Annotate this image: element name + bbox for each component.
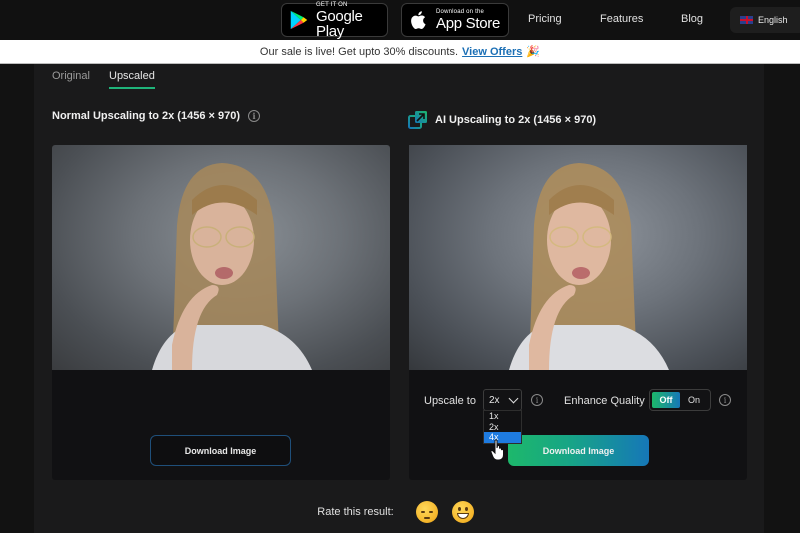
tab-original[interactable]: Original <box>52 70 90 87</box>
enhance-quality-label: Enhance Quality <box>564 395 645 407</box>
view-offers-link[interactable]: View Offers <box>462 46 522 58</box>
upscale-select[interactable]: 2x <box>483 389 522 411</box>
language-label: English <box>758 15 788 25</box>
upscale-to-label: Upscale to <box>424 395 476 407</box>
rating-row: Rate this result: <box>34 501 764 523</box>
chevron-down-icon <box>508 393 519 403</box>
happy-mouth <box>456 513 469 519</box>
toggle-off-option[interactable]: Off <box>652 392 680 408</box>
sad-eye-right <box>428 511 433 513</box>
uk-flag-icon <box>740 16 753 24</box>
app-store-button[interactable]: Download on the App Store <box>401 3 509 37</box>
normal-upscaling-title: Normal Upscaling to 2x (1456 × 970) <box>52 110 240 122</box>
upscale-option-1x[interactable]: 1x <box>484 411 521 422</box>
normal-upscale-card: Download Image <box>52 145 390 480</box>
happy-eye-right <box>464 507 468 511</box>
enhance-info-icon[interactable]: i <box>719 394 731 406</box>
main-panel: Original Upscaled Normal Upscaling to 2x… <box>34 64 764 533</box>
promo-banner: Our sale is live! Get upto 30% discounts… <box>0 40 800 64</box>
portrait-illustration <box>509 163 669 370</box>
normal-upscaling-heading: Normal Upscaling to 2x (1456 × 970) i <box>52 110 260 122</box>
enhance-quality-toggle[interactable]: Off On <box>649 389 711 411</box>
sad-face-emoji-button[interactable] <box>415 501 438 523</box>
google-play-small-text: GET IT ON <box>316 1 348 8</box>
happy-eye-left <box>457 507 461 511</box>
ai-upscale-card: Upscale to 2x 1x 2x 4x i Enhance Quality… <box>409 145 747 480</box>
info-icon[interactable]: i <box>248 110 260 122</box>
ai-upscaling-title: AI Upscaling to 2x (1456 × 970) <box>435 114 597 126</box>
google-play-icon <box>290 10 308 30</box>
happy-face-emoji-button[interactable] <box>451 501 474 523</box>
ai-upscale-icon <box>408 111 427 129</box>
ai-upscaled-photo <box>409 145 747 370</box>
apple-icon <box>411 11 426 29</box>
tab-upscaled[interactable]: Upscaled <box>109 70 155 89</box>
top-navigation: GET IT ON Google Play Download on the Ap… <box>0 0 800 40</box>
upscale-option-2x[interactable]: 2x <box>484 422 521 433</box>
ai-upscaling-heading: AI Upscaling to 2x (1456 × 970) <box>408 110 596 130</box>
portrait-illustration <box>152 163 312 370</box>
toggle-on-option[interactable]: On <box>680 392 708 408</box>
google-play-big-text: Google Play <box>316 7 363 40</box>
nav-link-features[interactable]: Features <box>600 13 643 25</box>
sad-mouth <box>423 517 430 519</box>
google-play-button[interactable]: GET IT ON Google Play <box>281 1 388 40</box>
upscale-info-icon[interactable]: i <box>531 394 543 406</box>
promo-text: Our sale is live! Get upto 30% discounts… <box>259 45 459 58</box>
sad-eye-left <box>420 511 425 513</box>
download-image-button[interactable]: Download Image <box>150 435 291 466</box>
nav-link-pricing[interactable]: Pricing <box>528 13 562 25</box>
nav-link-blog[interactable]: Blog <box>681 13 703 25</box>
normal-upscaled-photo <box>52 145 390 370</box>
app-store-big-text: App Store <box>436 15 501 32</box>
language-selector[interactable]: English <box>730 7 800 33</box>
upscale-select-value: 2x <box>489 394 500 406</box>
ai-download-image-button[interactable]: Download Image <box>508 435 649 466</box>
hand-pointer-cursor-icon <box>490 439 504 461</box>
party-popper-icon: 🎉 <box>526 46 541 58</box>
rate-label: Rate this result: <box>317 506 394 518</box>
